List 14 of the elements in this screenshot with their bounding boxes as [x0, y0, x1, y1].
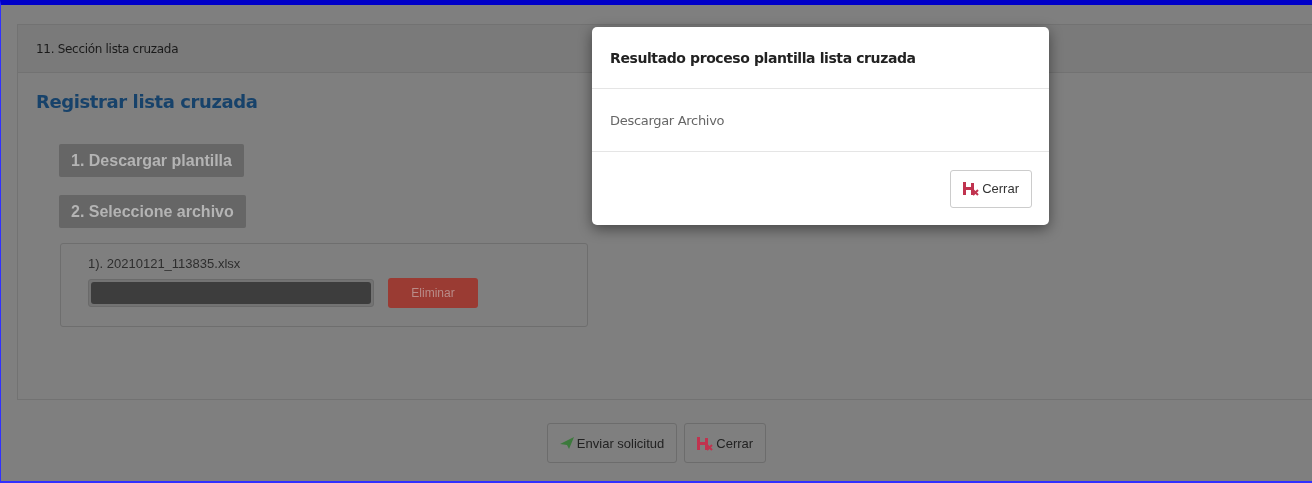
file-name: 1). 20210121_113835.xlsx — [88, 256, 242, 271]
download-text: Descargar Archivo — [610, 112, 725, 128]
close-icon — [963, 181, 980, 196]
close-button[interactable]: Cerrar — [684, 423, 767, 463]
close-button[interactable]: Cerrar — [950, 169, 1032, 208]
close-icon — [697, 435, 714, 451]
section-title: 11. Sección lista cruzada — [36, 41, 179, 56]
paper-plane-icon — [559, 437, 574, 449]
step-button[interactable]: 2. Seleccione archivo — [59, 195, 246, 228]
send-button[interactable]: Enviar solicitud — [546, 423, 678, 463]
step-button[interactable]: 1. Descargar plantilla — [59, 144, 244, 177]
page-heading: Registrar lista cruzada — [36, 91, 259, 112]
modal-title: Resultado proceso plantilla lista cruzada — [610, 49, 916, 66]
remove-button[interactable]: Eliminar — [388, 278, 478, 308]
